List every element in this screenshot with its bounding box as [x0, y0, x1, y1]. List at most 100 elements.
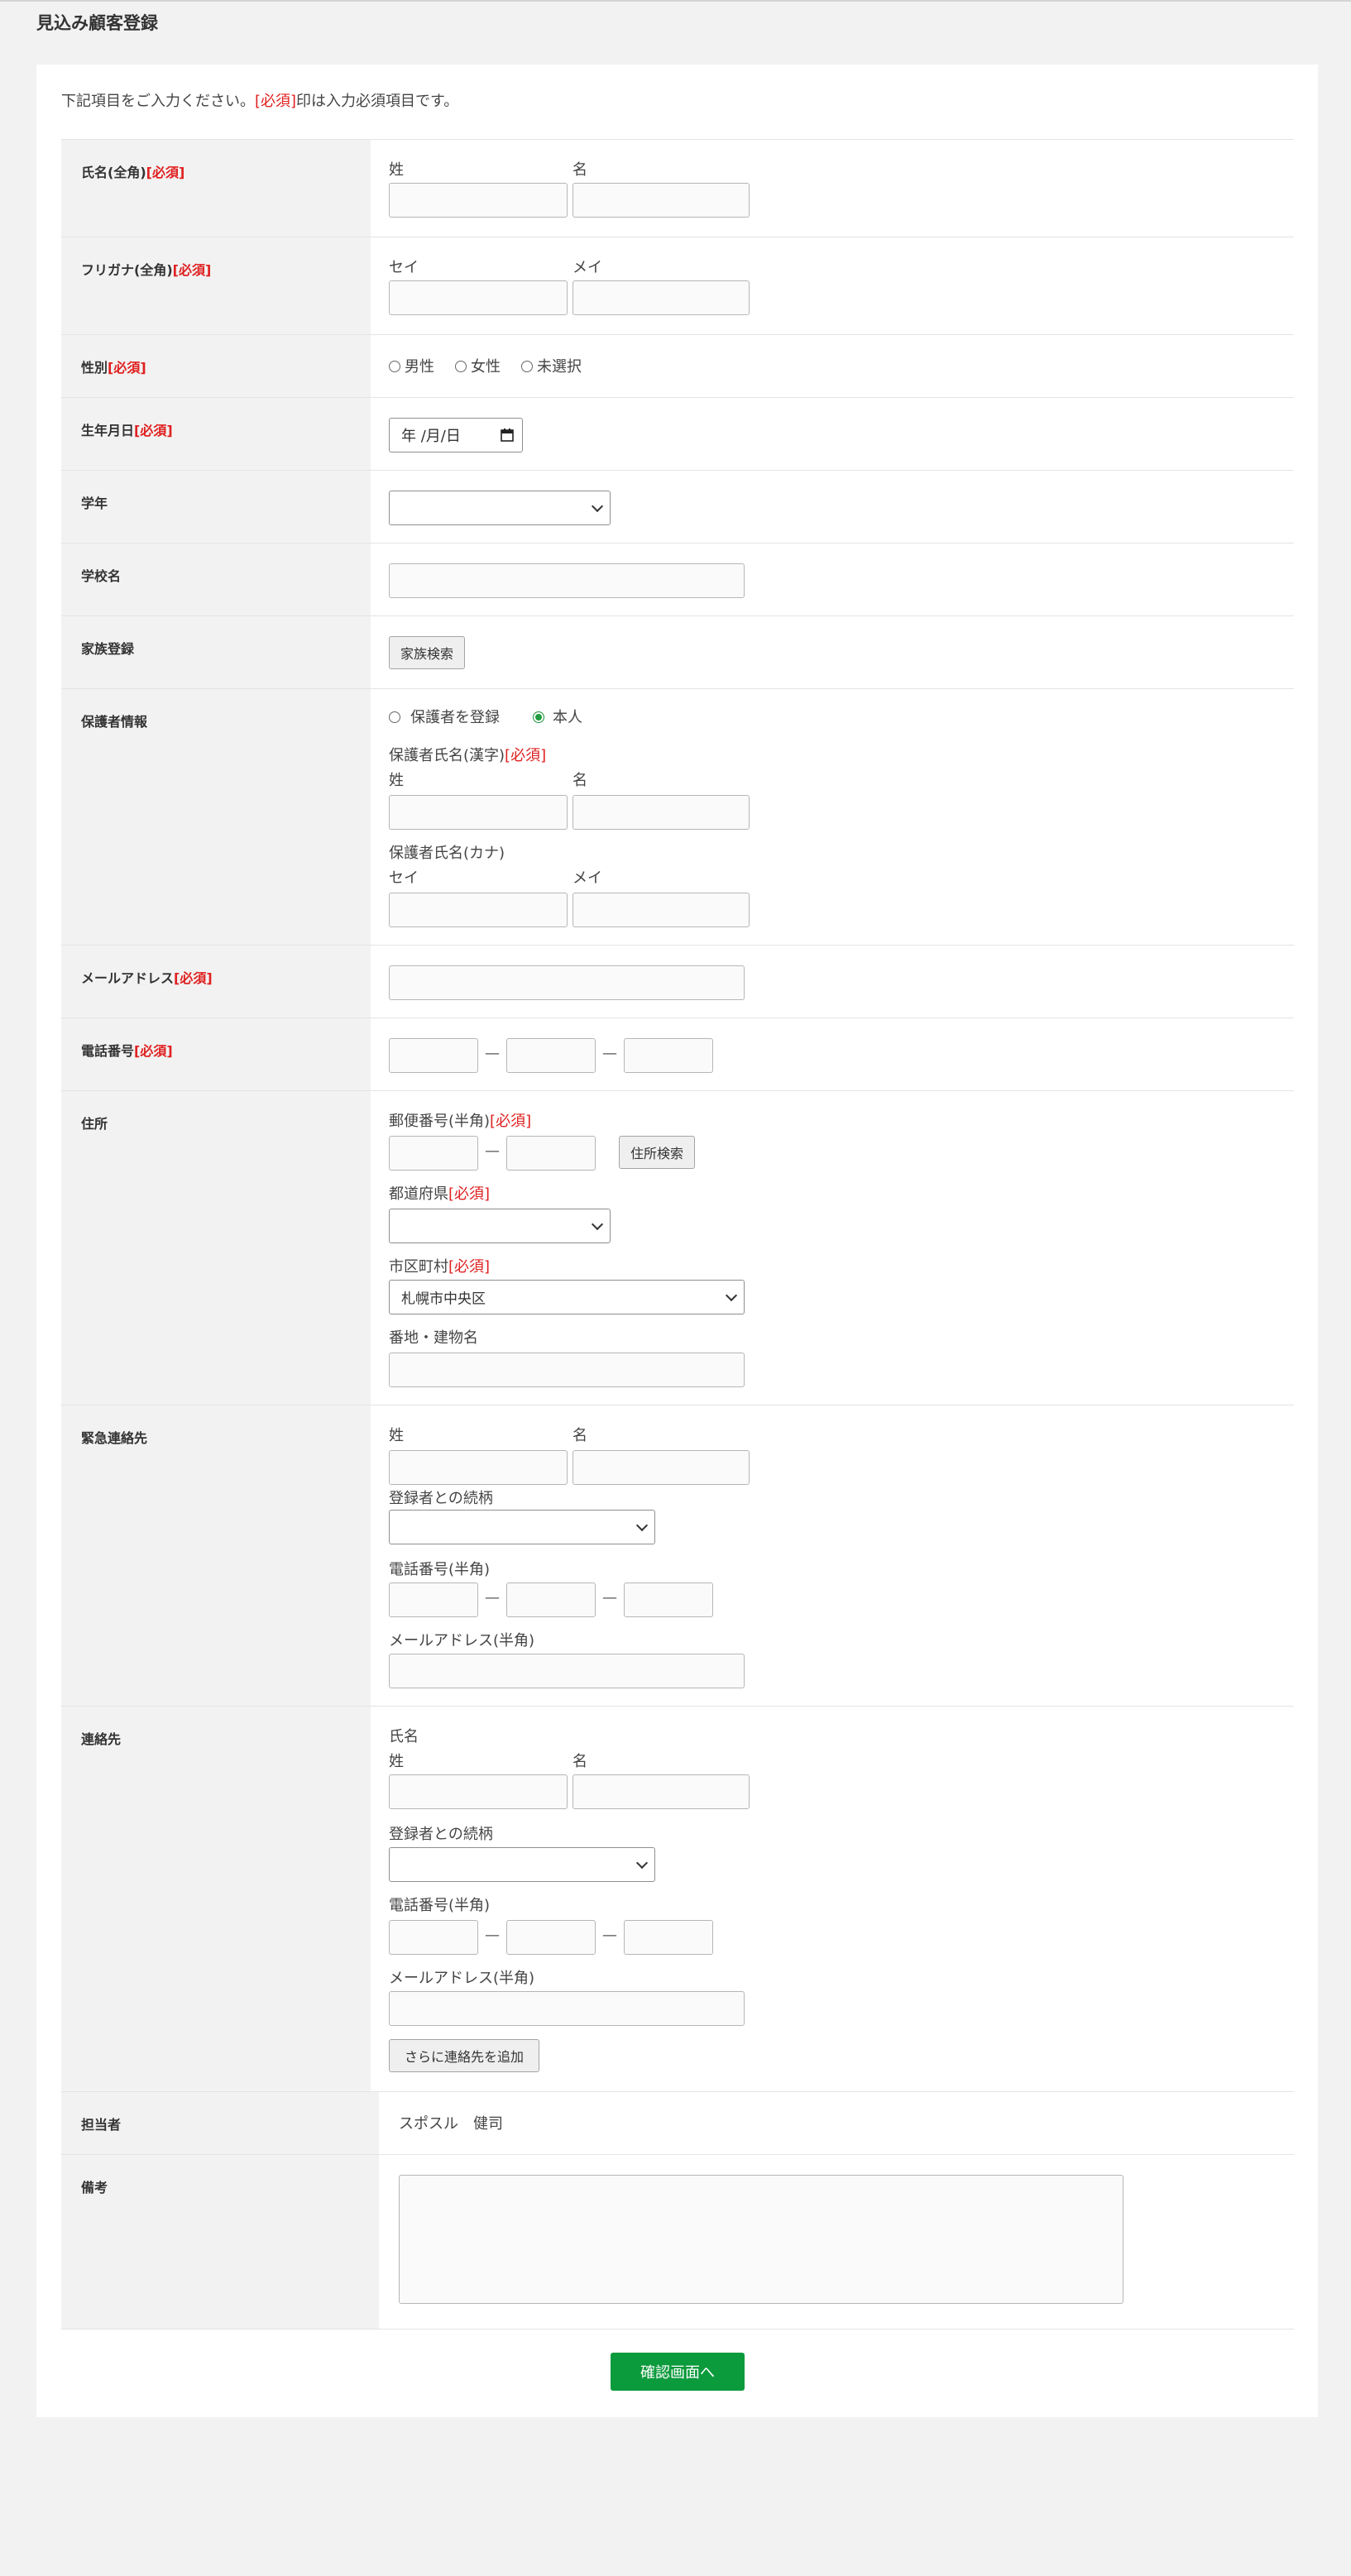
guardian-last-name-input[interactable]	[389, 795, 568, 830]
label-family: 家族登録	[81, 641, 135, 657]
label-emergency: 緊急連絡先	[81, 1430, 148, 1446]
emergency-phone-part2-input[interactable]	[506, 1582, 596, 1617]
birthdate-input[interactable]: 年 /月/日	[389, 418, 523, 452]
row-emergency: 緊急連絡先 姓 名 登録者との続柄 電話番号(半角) — — メールアドレス(半…	[61, 1405, 1294, 1707]
contact-first-name-input[interactable]	[572, 1774, 750, 1809]
guardian-kana-label: 保護者氏名(カナ)	[389, 845, 505, 862]
street-input[interactable]	[389, 1353, 745, 1387]
required-tag: [必須]	[505, 747, 547, 764]
prefecture-label-text: 都道府県	[389, 1185, 448, 1203]
contact-name-label: 氏名	[389, 1728, 419, 1745]
last-name-input[interactable]	[389, 183, 568, 218]
gender-male-label: 男性	[405, 358, 434, 376]
prefecture-select[interactable]	[389, 1209, 611, 1243]
intro-before: 下記項目をご入力ください。	[61, 93, 255, 110]
required-tag: [必須]	[134, 423, 173, 438]
mei-kana-label: メイ	[572, 259, 602, 276]
note-textarea[interactable]	[399, 2175, 1123, 2304]
guardian-self-radio[interactable]	[533, 711, 544, 723]
dash: —	[485, 1927, 500, 1944]
emergency-mei-label: 名	[572, 1427, 587, 1444]
page-title: 見込み顧客登録	[36, 13, 158, 33]
guardian-mei-label: 名	[572, 772, 587, 789]
add-contact-button[interactable]: さらに連絡先を追加	[389, 2039, 539, 2072]
chevron-down-icon	[725, 1289, 738, 1302]
label-gender: 性別	[81, 360, 108, 376]
intro-required-mark: [必須]	[255, 93, 297, 110]
guardian-last-name-kana-input[interactable]	[389, 893, 568, 927]
emergency-email-input[interactable]	[389, 1654, 745, 1688]
confirm-button[interactable]: 確認画面へ	[611, 2353, 745, 2391]
sei-kana-label: セイ	[389, 259, 419, 276]
row-label-cell: 生年月日[必須]	[61, 398, 371, 471]
row-label-cell: 緊急連絡先	[61, 1405, 371, 1707]
postal-part2-input[interactable]	[506, 1136, 596, 1171]
required-tag: [必須]	[448, 1258, 491, 1276]
guardian-mei-kana-label: メイ	[572, 869, 602, 887]
gender-unselected-label: 未選択	[537, 358, 582, 376]
label-name: 氏名(全角)	[81, 165, 146, 180]
contact-relation-select[interactable]	[389, 1847, 655, 1882]
required-tag: [必須]	[448, 1185, 491, 1203]
emergency-relation-select[interactable]	[389, 1510, 655, 1544]
row-gender: 性別[必須] 男性 女性 未選択	[61, 334, 1294, 398]
contact-phone-part2-input[interactable]	[506, 1920, 596, 1955]
contact-phone-part1-input[interactable]	[389, 1920, 478, 1955]
emergency-relation-label: 登録者との続柄	[389, 1490, 493, 1507]
label-birth: 生年月日	[81, 423, 135, 438]
contact-last-name-input[interactable]	[389, 1774, 568, 1809]
postal-part1-input[interactable]	[389, 1136, 478, 1171]
intro-text: 下記項目をご入力ください。[必須]印は入力必須項目です。	[61, 89, 458, 111]
street-label: 番地・建物名	[389, 1329, 478, 1347]
first-name-input[interactable]	[572, 183, 750, 218]
emergency-phone-part1-input[interactable]	[389, 1582, 478, 1617]
guardian-first-name-kana-input[interactable]	[572, 893, 750, 927]
school-name-input[interactable]	[389, 563, 745, 598]
guardian-register-radio[interactable]	[389, 711, 400, 723]
contact-email-label: メールアドレス(半角)	[389, 1970, 535, 1987]
row-note: 備考	[61, 2154, 1294, 2329]
row-staff: 担当者 スポスル 健司	[61, 2091, 1294, 2155]
contact-email-input[interactable]	[389, 1991, 745, 2026]
dash: —	[485, 1045, 500, 1062]
row-birth: 生年月日[必須] 年 /月/日	[61, 397, 1294, 471]
email-input[interactable]	[389, 965, 745, 1000]
gender-female-radio[interactable]	[455, 361, 467, 372]
dash: —	[485, 1589, 500, 1606]
guardian-first-name-input[interactable]	[572, 795, 750, 830]
gender-unselected-radio[interactable]	[521, 361, 533, 372]
guardian-sei-kana-label: セイ	[389, 869, 419, 887]
guardian-sei-label: 姓	[389, 772, 404, 789]
guardian-kanji-label: 保護者氏名(漢字)[必須]	[389, 744, 546, 765]
address-search-button[interactable]: 住所検索	[619, 1136, 695, 1169]
grade-select[interactable]	[389, 491, 611, 525]
label-address: 住所	[81, 1116, 108, 1132]
city-select[interactable]: 札幌市中央区	[389, 1280, 745, 1314]
phone-part3-input[interactable]	[624, 1038, 713, 1073]
row-label-cell: 性別[必須]	[61, 335, 371, 398]
contact-phone-part3-input[interactable]	[624, 1920, 713, 1955]
city-label: 市区町村[必須]	[389, 1255, 490, 1276]
calendar-icon[interactable]	[501, 429, 514, 442]
dash: —	[485, 1142, 500, 1160]
emergency-last-name-input[interactable]	[389, 1450, 568, 1485]
dash: —	[602, 1589, 617, 1606]
emergency-first-name-input[interactable]	[572, 1450, 750, 1485]
phone-part1-input[interactable]	[389, 1038, 478, 1073]
phone-part2-input[interactable]	[506, 1038, 596, 1073]
emergency-sei-label: 姓	[389, 1427, 404, 1444]
last-name-kana-input[interactable]	[389, 280, 568, 315]
family-search-button[interactable]: 家族検索	[389, 636, 465, 669]
first-name-kana-input[interactable]	[572, 280, 750, 315]
row-label-cell: 学年	[61, 471, 371, 543]
required-tag: [必須]	[174, 970, 213, 986]
required-tag: [必須]	[134, 1043, 173, 1059]
contact-relation-label: 登録者との続柄	[389, 1826, 493, 1843]
gender-male-radio[interactable]	[389, 361, 400, 372]
label-staff: 担当者	[81, 2117, 122, 2133]
emergency-phone-label: 電話番号(半角)	[389, 1561, 491, 1578]
label-phone: 電話番号	[81, 1043, 135, 1059]
row-label-cell: 氏名(全角)[必須]	[61, 140, 371, 237]
emergency-phone-part3-input[interactable]	[624, 1582, 713, 1617]
row-label-cell: 担当者	[61, 2092, 379, 2155]
